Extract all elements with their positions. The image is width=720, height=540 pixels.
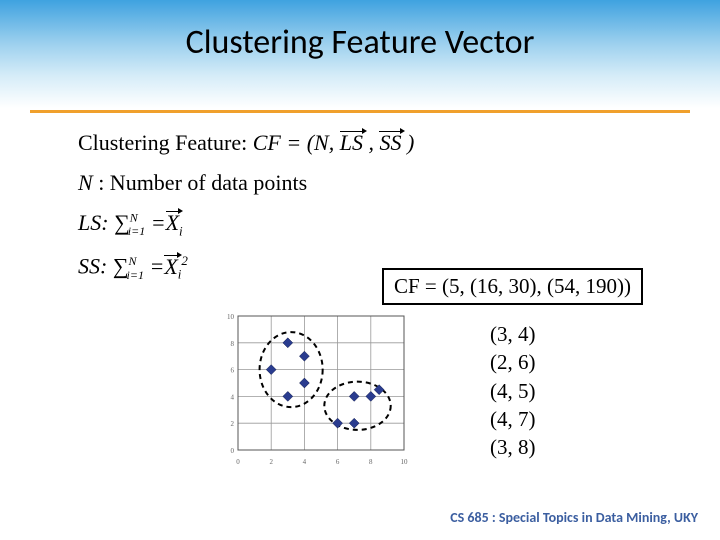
- svg-text:6: 6: [336, 458, 340, 466]
- svg-text:0: 0: [236, 458, 240, 466]
- eq-2: =: [149, 254, 164, 279]
- svg-text:8: 8: [231, 340, 235, 348]
- x-sub-2: i: [178, 267, 182, 282]
- n-var: N: [78, 170, 93, 195]
- divider: [30, 110, 690, 113]
- point-0: (3, 4): [490, 320, 536, 348]
- slide-title: Clustering Feature Vector: [0, 22, 720, 63]
- n-definition: N : Number of data points: [78, 170, 680, 196]
- ls-label: LS:: [78, 210, 114, 235]
- svg-text:0: 0: [231, 447, 235, 455]
- def-prefix: Clustering Feature:: [78, 130, 253, 155]
- sum-upper-2: N: [129, 254, 137, 268]
- sum-lower-2: i=1: [127, 268, 144, 282]
- svg-text:2: 2: [269, 458, 273, 466]
- svg-text:6: 6: [231, 367, 235, 375]
- x-var-2: X: [164, 254, 177, 280]
- eq: =: [151, 210, 166, 235]
- ss-label: SS:: [78, 254, 113, 279]
- points-list: (3, 4) (2, 6) (4, 5) (4, 7) (3, 8): [490, 320, 536, 462]
- svg-text:8: 8: [369, 458, 373, 466]
- def-ss-vec: SS: [379, 130, 401, 156]
- scatter-chart: 00 2 2 4 4 6 6 8 8 10 10: [210, 310, 410, 470]
- x-sup-2: 2: [181, 253, 188, 268]
- point-3: (4, 7): [490, 405, 536, 433]
- point-1: (2, 6): [490, 348, 536, 376]
- def-cf: CF = (N,: [253, 130, 340, 155]
- cf-example-box: CF = (5, (16, 30), (54, 190)): [382, 268, 643, 305]
- svg-text:4: 4: [303, 458, 307, 466]
- cf-definition: Clustering Feature: CF = (N, LS , SS ): [78, 130, 680, 156]
- point-2: (4, 5): [490, 377, 536, 405]
- sum-lower: i=1: [128, 224, 145, 238]
- svg-text:10: 10: [401, 458, 409, 466]
- point-4: (3, 8): [490, 433, 536, 461]
- n-rest: : Number of data points: [98, 170, 307, 195]
- x-var: X: [166, 210, 179, 236]
- x-sub: i: [179, 223, 183, 238]
- footer-text: CS 685 : Special Topics in Data Mining, …: [450, 509, 698, 526]
- svg-text:2: 2: [231, 420, 235, 428]
- def-sep: ,: [368, 130, 379, 155]
- svg-text:4: 4: [231, 393, 235, 401]
- svg-text:10: 10: [227, 313, 235, 321]
- sum-upper: N: [130, 211, 138, 225]
- def-close: ): [407, 130, 414, 155]
- def-ls-vec: LS: [340, 130, 363, 156]
- ls-definition: LS: ∑Ni=1 =Xi: [78, 210, 680, 239]
